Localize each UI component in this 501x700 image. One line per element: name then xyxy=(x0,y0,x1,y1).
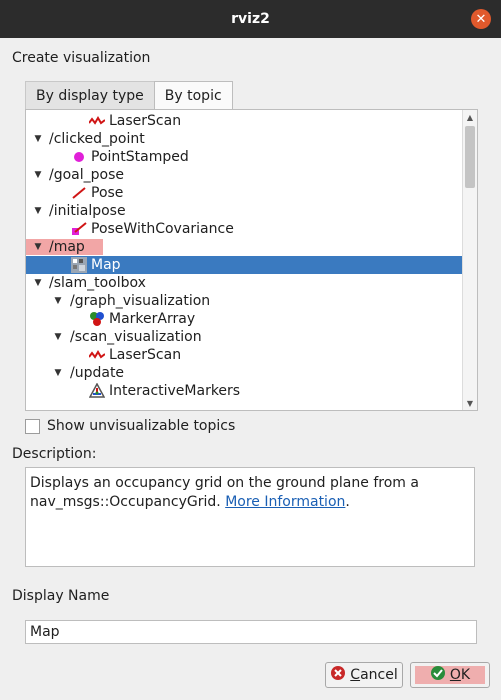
window-titlebar: rviz2 ✕ xyxy=(0,0,501,38)
laserscan-icon xyxy=(88,347,106,363)
tree-item-markerarray[interactable]: MarkerArray xyxy=(26,310,477,328)
tree-item-clicked-point[interactable]: ▼ /clicked_point xyxy=(26,130,468,148)
chevron-down-icon[interactable]: ▼ xyxy=(32,278,44,288)
chevron-down-icon[interactable]: ▼ xyxy=(52,368,64,378)
show-unvisualizable-checkbox-row[interactable]: Show unvisualizable topics xyxy=(25,418,235,434)
description-tail: . xyxy=(345,494,350,510)
display-name-input[interactable] xyxy=(25,620,477,644)
description-label: Description: xyxy=(12,446,97,462)
tree-item-laserscan[interactable]: LaserScan xyxy=(26,112,477,130)
tree-item-pointstamped[interactable]: PointStamped xyxy=(26,148,477,166)
interactive-markers-icon xyxy=(88,383,106,399)
tree-item-initialpose[interactable]: ▼ /initialpose xyxy=(26,202,468,220)
tree-item-label: /clicked_point xyxy=(49,131,145,147)
tree-item-label: /update xyxy=(70,365,125,381)
close-icon[interactable]: ✕ xyxy=(471,9,491,29)
cancel-icon xyxy=(330,665,346,685)
ok-label-rest: K xyxy=(460,667,471,683)
tree-scrollbar[interactable]: ▲ ▼ xyxy=(462,110,477,410)
chevron-down-icon[interactable]: ▼ xyxy=(32,170,44,180)
tree-item-label: MarkerArray xyxy=(109,311,196,327)
tree-item-pose[interactable]: Pose xyxy=(26,184,477,202)
tree-item-interactivemarkers[interactable]: InteractiveMarkers xyxy=(26,382,477,400)
create-visualization-label: Create visualization xyxy=(12,50,151,66)
tree-item-slam-toolbox[interactable]: ▼ /slam_toolbox xyxy=(26,274,468,292)
tree-item-laserscan-2[interactable]: LaserScan xyxy=(26,346,477,364)
tree-item-graph-visualization[interactable]: ▼ /graph_visualization xyxy=(26,292,477,310)
scroll-up-icon[interactable]: ▲ xyxy=(463,110,477,124)
pose-icon xyxy=(70,185,88,201)
description-box: Displays an occupancy grid on the ground… xyxy=(25,467,475,567)
tree-item-label: /graph_visualization xyxy=(70,293,211,309)
show-unvisualizable-checkbox[interactable] xyxy=(25,418,40,434)
ok-mnemonic: O xyxy=(449,667,461,683)
tree-item-label: /initialpose xyxy=(49,203,126,219)
tree-item-label: Map xyxy=(91,257,121,273)
tree-item-label: InteractiveMarkers xyxy=(109,383,241,399)
chevron-down-icon[interactable]: ▼ xyxy=(52,296,64,306)
description-text-line2: nav_msgs::OccupancyGrid. xyxy=(30,494,221,510)
show-unvisualizable-label: Show unvisualizable topics xyxy=(47,418,236,434)
chevron-down-icon[interactable]: ▼ xyxy=(32,206,44,216)
scrollbar-thumb[interactable] xyxy=(465,126,475,188)
chevron-down-icon[interactable]: ▼ xyxy=(32,134,44,144)
cancel-mnemonic: C xyxy=(350,667,361,683)
cancel-label-rest: ancel xyxy=(360,667,398,683)
cancel-button[interactable]: Cancel xyxy=(325,662,403,688)
tree-item-map-topic[interactable]: ▼ /map xyxy=(26,238,462,256)
tree-item-label: LaserScan xyxy=(109,113,182,129)
tree-item-map[interactable]: Map xyxy=(26,256,477,274)
tree-item-label: /slam_toolbox xyxy=(49,275,146,291)
chevron-down-icon[interactable]: ▼ xyxy=(32,242,44,252)
scroll-down-icon[interactable]: ▼ xyxy=(463,396,477,410)
display-name-label: Display Name xyxy=(12,588,110,604)
tree-item-label: PointStamped xyxy=(91,149,189,165)
tree-item-label: PoseWithCovariance xyxy=(91,221,234,237)
description-text-line1: Displays an occupancy grid on the ground… xyxy=(30,475,419,491)
map-icon xyxy=(70,257,88,273)
tree-item-label: LaserScan xyxy=(109,347,182,363)
ok-icon xyxy=(430,665,446,685)
tree-item-label: /scan_visualization xyxy=(70,329,202,345)
topic-tree[interactable]: LaserScan ▼ /clicked_point PointStamped … xyxy=(25,109,478,411)
chevron-down-icon[interactable]: ▼ xyxy=(52,332,64,342)
tree-item-posewithcovariance[interactable]: PoseWithCovariance xyxy=(26,220,477,238)
point-stamped-icon xyxy=(70,149,88,165)
tree-item-label: Pose xyxy=(91,185,124,201)
tree-item-update[interactable]: ▼ /update xyxy=(26,364,477,382)
tree-item-label: /map xyxy=(49,239,85,255)
laserscan-icon xyxy=(88,113,106,129)
tab-by-topic[interactable]: By topic xyxy=(153,81,233,110)
marker-array-icon xyxy=(88,311,106,327)
pose-with-covariance-icon xyxy=(70,221,88,237)
tree-item-goal-pose[interactable]: ▼ /goal_pose xyxy=(26,166,468,184)
more-information-link[interactable]: More Information xyxy=(225,494,345,510)
tree-item-label: /goal_pose xyxy=(49,167,124,183)
ok-button[interactable]: OK xyxy=(410,662,490,688)
tab-bar: By display type By topic xyxy=(25,81,233,110)
tab-by-display-type[interactable]: By display type xyxy=(25,81,155,109)
window-title: rviz2 xyxy=(231,11,270,27)
tree-item-scan-visualization[interactable]: ▼ /scan_visualization xyxy=(26,328,477,346)
